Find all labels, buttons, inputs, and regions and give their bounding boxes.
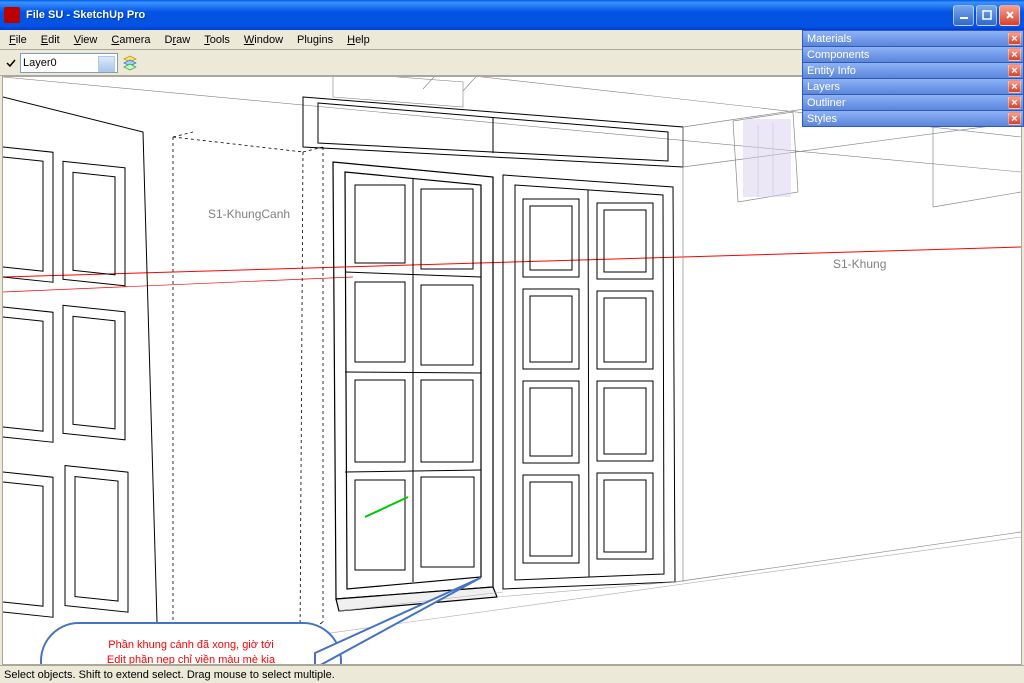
close-icon[interactable]: [1008, 32, 1021, 45]
close-icon[interactable]: [1008, 80, 1021, 93]
model-viewport[interactable]: S1-KhungCanh S1-Khung Phần khung cánh đã…: [2, 76, 1022, 665]
menu-help[interactable]: Help: [340, 32, 377, 48]
panel-components[interactable]: Components: [802, 46, 1024, 63]
panel-outliner[interactable]: Outliner: [802, 94, 1024, 111]
panel-styles[interactable]: Styles: [802, 110, 1024, 127]
menu-window[interactable]: Window: [237, 32, 290, 48]
minimize-button[interactable]: [953, 5, 974, 26]
model-render: [3, 77, 1021, 664]
close-icon[interactable]: [1008, 64, 1021, 77]
close-icon[interactable]: [1008, 96, 1021, 109]
menu-draw[interactable]: Draw: [158, 32, 198, 48]
menu-file[interactable]: File: [2, 32, 34, 48]
callout-annotation: Phần khung cánh đã xong, giờ tới Edit ph…: [40, 622, 342, 665]
window-controls: [953, 5, 1020, 26]
layer-visible-icon[interactable]: [4, 56, 18, 70]
layer-dropdown[interactable]: Layer0: [20, 53, 118, 73]
window-title: File SU - SketchUp Pro: [26, 9, 953, 21]
maximize-button[interactable]: [976, 5, 997, 26]
annotation-label-1: S1-KhungCanh: [208, 207, 290, 221]
app-icon: [4, 7, 20, 23]
callout-line2: Edit phần nẹp chỉ viền màu mè kia: [107, 653, 275, 665]
panel-materials[interactable]: Materials: [802, 30, 1024, 47]
annotation-label-2: S1-Khung: [833, 257, 886, 271]
menu-tools[interactable]: Tools: [197, 32, 237, 48]
panel-entityinfo[interactable]: Entity Info: [802, 62, 1024, 79]
menu-edit[interactable]: Edit: [34, 32, 67, 48]
close-button[interactable]: [999, 5, 1020, 26]
close-icon[interactable]: [1008, 112, 1021, 125]
callout-line1: Phần khung cánh đã xong, giờ tới: [107, 638, 275, 653]
menu-plugins[interactable]: Plugins: [290, 32, 340, 48]
chevron-down-icon: [105, 61, 111, 65]
status-text: Select objects. Shift to extend select. …: [4, 669, 335, 681]
statusbar: Select objects. Shift to extend select. …: [0, 665, 1024, 683]
layer-dropdown-value: Layer0: [23, 57, 57, 69]
menu-camera[interactable]: Camera: [104, 32, 157, 48]
layer-manager-button[interactable]: [120, 53, 140, 73]
right-panel-stack: Materials Components Entity Info Layers …: [802, 30, 1024, 126]
menu-view[interactable]: View: [67, 32, 105, 48]
titlebar: File SU - SketchUp Pro: [0, 0, 1024, 30]
panel-layers[interactable]: Layers: [802, 78, 1024, 95]
close-icon[interactable]: [1008, 48, 1021, 61]
